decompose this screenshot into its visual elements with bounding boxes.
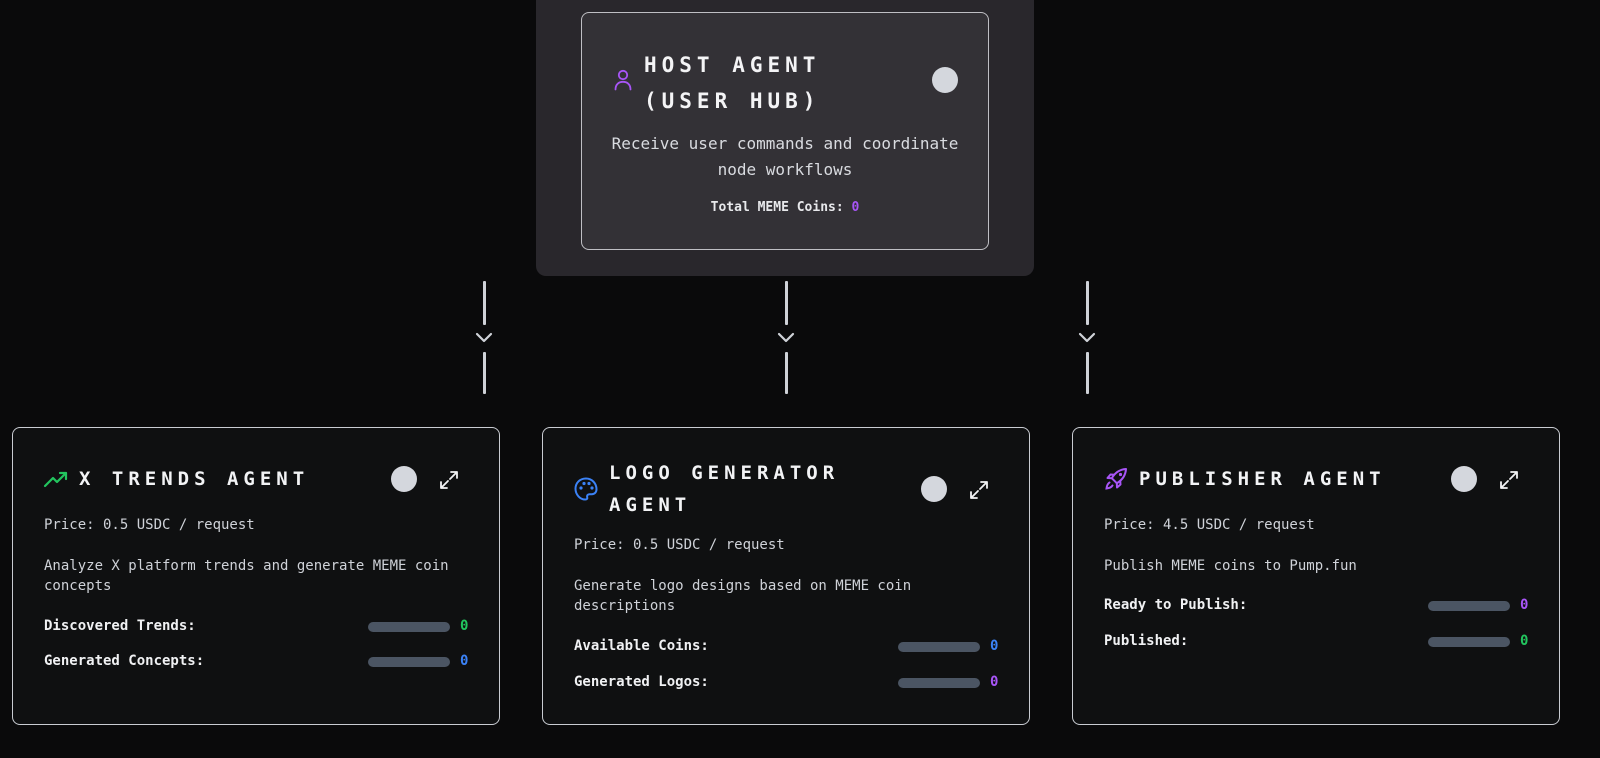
connector-publisher xyxy=(1077,281,1097,395)
stat-label: Available Coins: xyxy=(574,638,709,654)
expand-icon[interactable] xyxy=(439,470,459,490)
stat-label: Ready to Publish: xyxy=(1104,597,1248,613)
stat-available-coins: Available Coins: 0 xyxy=(574,638,1000,658)
expand-icon[interactable] xyxy=(1499,470,1519,490)
progress-bar xyxy=(368,622,450,632)
stat-label: Published: xyxy=(1104,633,1189,649)
agent-title: PUBLISHER AGENT xyxy=(1139,468,1386,490)
status-indicator xyxy=(1451,466,1477,492)
status-indicator xyxy=(921,476,947,502)
stat-generated-logos: Generated Logos: 0 xyxy=(574,674,1000,694)
stat-ready-to-publish: Ready to Publish: 0 xyxy=(1104,597,1530,617)
agent-title: X TRENDS AGENT xyxy=(79,468,310,490)
stat-label: Discovered Trends: xyxy=(44,618,196,634)
expand-icon[interactable] xyxy=(969,480,989,500)
progress-bar xyxy=(1428,637,1510,647)
connector-x-trends xyxy=(474,281,494,395)
stat-label: Generated Concepts: xyxy=(44,653,205,669)
agent-price: Price: 0.5 USDC / request xyxy=(574,537,785,553)
host-status-indicator xyxy=(932,67,958,93)
trending-up-icon xyxy=(43,471,68,488)
logo-generator-agent-card[interactable]: LOGO GENERATOR AGENT Price: 0.5 USDC / r… xyxy=(542,427,1030,725)
rocket-icon xyxy=(1105,468,1127,490)
total-coins-label: Total MEME Coins: xyxy=(710,200,844,215)
stat-value: 0 xyxy=(1520,597,1529,613)
progress-bar xyxy=(368,657,450,667)
user-icon xyxy=(614,69,632,91)
chevron-down-icon xyxy=(777,332,795,343)
stat-value: 0 xyxy=(460,653,469,669)
chevron-down-icon xyxy=(1078,332,1096,343)
publisher-agent-card[interactable]: PUBLISHER AGENT Price: 4.5 USDC / reques… xyxy=(1072,427,1560,725)
host-agent-title: HOST AGENT (USER HUB) xyxy=(644,53,821,113)
palette-icon xyxy=(574,477,598,501)
connector-logo-generator xyxy=(776,281,796,395)
host-total-coins: Total MEME Coins: 0 xyxy=(600,200,970,215)
host-agent-description: Receive user commands and coordinate nod… xyxy=(611,134,959,179)
progress-bar xyxy=(898,678,980,688)
chevron-down-icon xyxy=(475,332,493,343)
agent-price: Price: 4.5 USDC / request xyxy=(1104,517,1315,533)
progress-bar xyxy=(1428,601,1510,611)
agent-description: Generate logo designs based on MEME coin… xyxy=(574,578,912,614)
status-indicator xyxy=(391,466,417,492)
stat-discovered-trends: Discovered Trends: 0 xyxy=(44,618,470,638)
agent-title: LOGO GENERATOR AGENT xyxy=(609,462,840,516)
agent-description: Analyze X platform trends and generate M… xyxy=(44,558,449,594)
agent-description: Publish MEME coins to Pump.fun xyxy=(1104,558,1357,574)
stat-value: 0 xyxy=(990,674,999,690)
total-coins-value: 0 xyxy=(851,200,860,215)
progress-bar xyxy=(898,642,980,652)
stat-value: 0 xyxy=(1520,633,1529,649)
stat-generated-concepts: Generated Concepts: 0 xyxy=(44,653,470,673)
stat-published: Published: 0 xyxy=(1104,633,1530,653)
stat-value: 0 xyxy=(460,618,469,634)
x-trends-agent-card[interactable]: X TRENDS AGENT Price: 0.5 USDC / request… xyxy=(12,427,500,725)
stat-value: 0 xyxy=(990,638,999,654)
agent-price: Price: 0.5 USDC / request xyxy=(44,517,255,533)
stat-label: Generated Logos: xyxy=(574,674,709,690)
